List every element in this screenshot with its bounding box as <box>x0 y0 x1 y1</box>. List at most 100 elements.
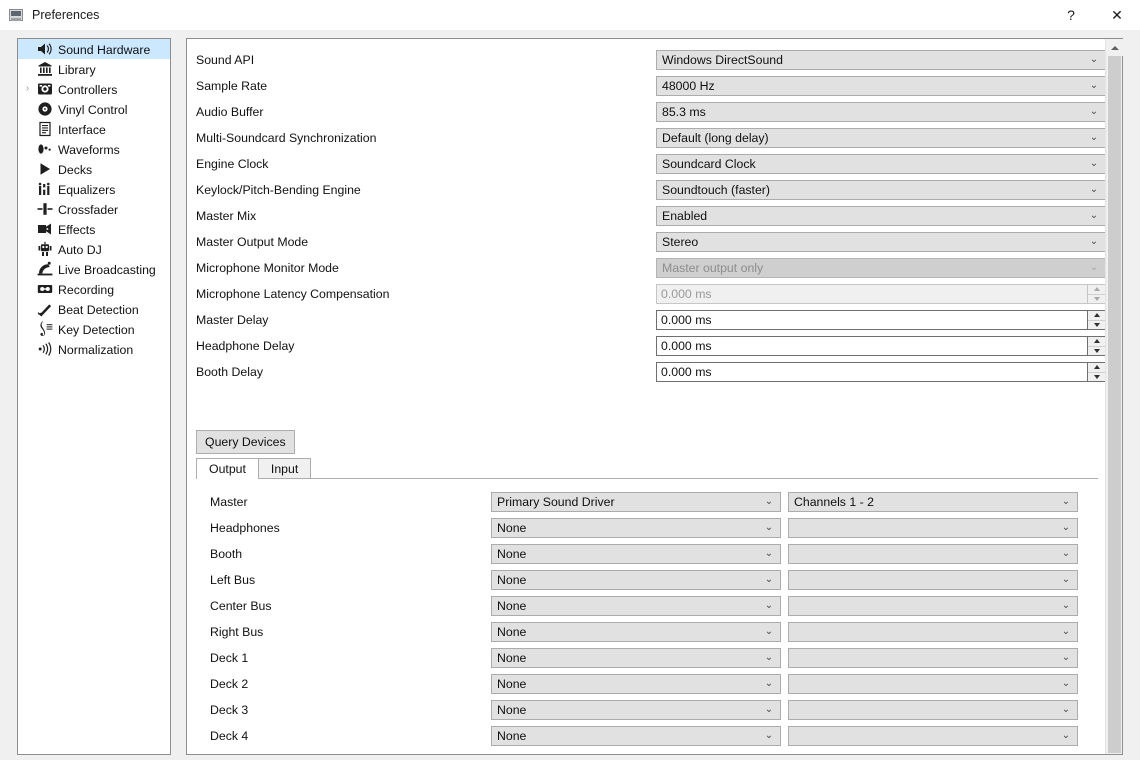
channel-combobox-deck-2[interactable]: ⌄ <box>788 674 1078 694</box>
device-combobox-left-bus[interactable]: None⌄ <box>491 570 781 590</box>
setting-row-master-output-mode: Master Output ModeStereo⌄ <box>196 229 1105 255</box>
sidebar-item-label: Key Detection <box>58 322 135 337</box>
device-combobox-deck-1[interactable]: None⌄ <box>491 648 781 668</box>
tab-input[interactable]: Input <box>258 458 311 478</box>
chevron-down-icon: ⌄ <box>758 679 780 689</box>
setting-combobox-keylock-pitch-bending-engine[interactable]: Soundtouch (faster)⌄ <box>656 180 1105 200</box>
sidebar-item-label: Controllers <box>58 82 117 97</box>
setting-row-sample-rate: Sample Rate48000 Hz⌄ <box>196 73 1105 99</box>
setting-control-wrap-booth-delay: 0.000 ms <box>656 362 1105 382</box>
channel-combobox-headphones[interactable]: ⌄ <box>788 518 1078 538</box>
spinbox-decrement-icon[interactable] <box>1088 321 1105 330</box>
channel-combobox-deck-3[interactable]: ⌄ <box>788 700 1078 720</box>
sidebar-item-equalizers[interactable]: Equalizers <box>18 179 170 199</box>
setting-combobox-sound-api[interactable]: Windows DirectSound⌄ <box>656 50 1105 70</box>
spinbox-buttons <box>1087 337 1105 355</box>
sidebar-item-recording[interactable]: Recording <box>18 279 170 299</box>
scroll-up-arrow-icon[interactable] <box>1106 39 1123 56</box>
tab-output[interactable]: Output <box>196 458 259 479</box>
query-devices-button[interactable]: Query Devices <box>196 430 295 454</box>
dialog-body: Sound HardwareLibrary › Controllers Vinyl C… <box>0 30 1140 760</box>
chevron-down-icon: ⌄ <box>1083 107 1105 117</box>
chevron-right-icon[interactable]: › <box>20 84 35 94</box>
spinbox-increment-icon[interactable] <box>1088 311 1105 321</box>
sidebar-item-interface[interactable]: Interface <box>18 119 170 139</box>
controller-icon <box>35 80 55 98</box>
device-row-headphones: HeadphonesNone⌄⌄ <box>196 515 1098 541</box>
spinbox-value[interactable]: 0.000 ms <box>657 363 1087 381</box>
spinbox-value[interactable]: 0.000 ms <box>657 311 1087 329</box>
setting-control-wrap-microphone-monitor-mode: Master output only⌄ <box>656 258 1105 278</box>
device-combobox-deck-4[interactable]: None⌄ <box>491 726 781 746</box>
sidebar-item-waveforms[interactable]: Waveforms <box>18 139 170 159</box>
channel-combobox-center-bus[interactable]: ⌄ <box>788 596 1078 616</box>
channel-select-wrap-deck-1: ⌄ <box>788 648 1078 668</box>
help-button[interactable]: ? <box>1048 0 1094 30</box>
device-combobox-center-bus[interactable]: None⌄ <box>491 596 781 616</box>
spinbox-decrement-icon[interactable] <box>1088 373 1105 382</box>
preferences-window-icon <box>8 7 24 23</box>
channel-combobox-master[interactable]: Channels 1 - 2⌄ <box>788 492 1078 512</box>
channel-combobox-left-bus[interactable]: ⌄ <box>788 570 1078 590</box>
setting-spinbox-master-delay[interactable]: 0.000 ms <box>656 310 1105 330</box>
preferences-sidebar[interactable]: Sound HardwareLibrary › Controllers Vinyl C… <box>17 38 171 755</box>
sidebar-item-controllers[interactable]: › Controllers <box>18 79 170 99</box>
sidebar-item-beat-detection[interactable]: Beat Detection <box>18 299 170 319</box>
sidebar-item-auto-dj[interactable]: Auto DJ <box>18 239 170 259</box>
vertical-scrollbar[interactable] <box>1105 39 1122 754</box>
setting-spinbox-microphone-latency-compensation: 0.000 ms <box>656 284 1105 304</box>
device-combobox-deck-2[interactable]: None⌄ <box>491 674 781 694</box>
chevron-down-icon: ⌄ <box>1055 523 1077 533</box>
device-combobox-headphones[interactable]: None⌄ <box>491 518 781 538</box>
sidebar-item-effects[interactable]: Effects <box>18 219 170 239</box>
channel-combobox-deck-1[interactable]: ⌄ <box>788 648 1078 668</box>
sidebar-item-label: Equalizers <box>58 182 115 197</box>
sidebar-item-live-broadcasting[interactable]: Live Broadcasting <box>18 259 170 279</box>
chevron-down-icon: ⌄ <box>1055 497 1077 507</box>
setting-row-multi-soundcard-synchronization: Multi-Soundcard SynchronizationDefault (… <box>196 125 1105 151</box>
setting-control-wrap-sound-api: Windows DirectSound⌄ <box>656 50 1105 70</box>
spinbox-value[interactable]: 0.000 ms <box>657 337 1087 355</box>
spinbox-increment-icon <box>1088 285 1105 295</box>
setting-combobox-master-output-mode[interactable]: Stereo⌄ <box>656 232 1105 252</box>
channel-combobox-deck-4[interactable]: ⌄ <box>788 726 1078 746</box>
device-row-deck-2: Deck 2None⌄⌄ <box>196 671 1098 697</box>
close-icon[interactable]: ✕ <box>1094 0 1140 30</box>
sidebar-item-normalization[interactable]: Normalization <box>18 339 170 359</box>
sidebar-item-library[interactable]: Library <box>18 59 170 79</box>
device-select-wrap-master: Primary Sound Driver⌄ <box>491 492 781 512</box>
device-combobox-master[interactable]: Primary Sound Driver⌄ <box>491 492 781 512</box>
setting-label-master-delay: Master Delay <box>196 313 656 327</box>
sidebar-item-key-detection[interactable]: Key Detection <box>18 319 170 339</box>
setting-spinbox-booth-delay[interactable]: 0.000 ms <box>656 362 1105 382</box>
spinbox-increment-icon[interactable] <box>1088 337 1105 347</box>
setting-combobox-master-mix[interactable]: Enabled⌄ <box>656 206 1105 226</box>
spinbox-decrement-icon[interactable] <box>1088 347 1105 356</box>
effects-icon <box>35 220 55 238</box>
scrollbar-thumb[interactable] <box>1108 56 1121 753</box>
sidebar-item-crossfader[interactable]: Crossfader <box>18 199 170 219</box>
sidebar-item-decks[interactable]: Decks <box>18 159 170 179</box>
chevron-down-icon: ⌄ <box>1055 575 1077 585</box>
setting-combobox-sample-rate[interactable]: 48000 Hz⌄ <box>656 76 1105 96</box>
spinbox-increment-icon[interactable] <box>1088 363 1105 373</box>
combobox-value: None <box>497 547 758 561</box>
channel-combobox-booth[interactable]: ⌄ <box>788 544 1078 564</box>
sidebar-item-label: Live Broadcasting <box>58 262 156 277</box>
setting-control-wrap-headphone-delay: 0.000 ms <box>656 336 1105 356</box>
device-combobox-deck-3[interactable]: None⌄ <box>491 700 781 720</box>
sound-hardware-panel: Sound APIWindows DirectSound⌄Sample Rate… <box>186 38 1123 755</box>
device-combobox-booth[interactable]: None⌄ <box>491 544 781 564</box>
sidebar-item-sound-hardware[interactable]: Sound Hardware <box>18 39 170 59</box>
channel-combobox-right-bus[interactable]: ⌄ <box>788 622 1078 642</box>
setting-spinbox-headphone-delay[interactable]: 0.000 ms <box>656 336 1105 356</box>
device-combobox-right-bus[interactable]: None⌄ <box>491 622 781 642</box>
setting-combobox-multi-soundcard-synchronization[interactable]: Default (long delay)⌄ <box>656 128 1105 148</box>
sound-waves-icon <box>35 340 55 358</box>
combobox-value: Soundtouch (faster) <box>662 183 1083 197</box>
combobox-value: None <box>497 625 758 639</box>
setting-combobox-engine-clock[interactable]: Soundcard Clock⌄ <box>656 154 1105 174</box>
setting-combobox-audio-buffer[interactable]: 85.3 ms⌄ <box>656 102 1105 122</box>
sidebar-item-vinyl-control[interactable]: Vinyl Control <box>18 99 170 119</box>
combobox-value: Soundcard Clock <box>662 157 1083 171</box>
